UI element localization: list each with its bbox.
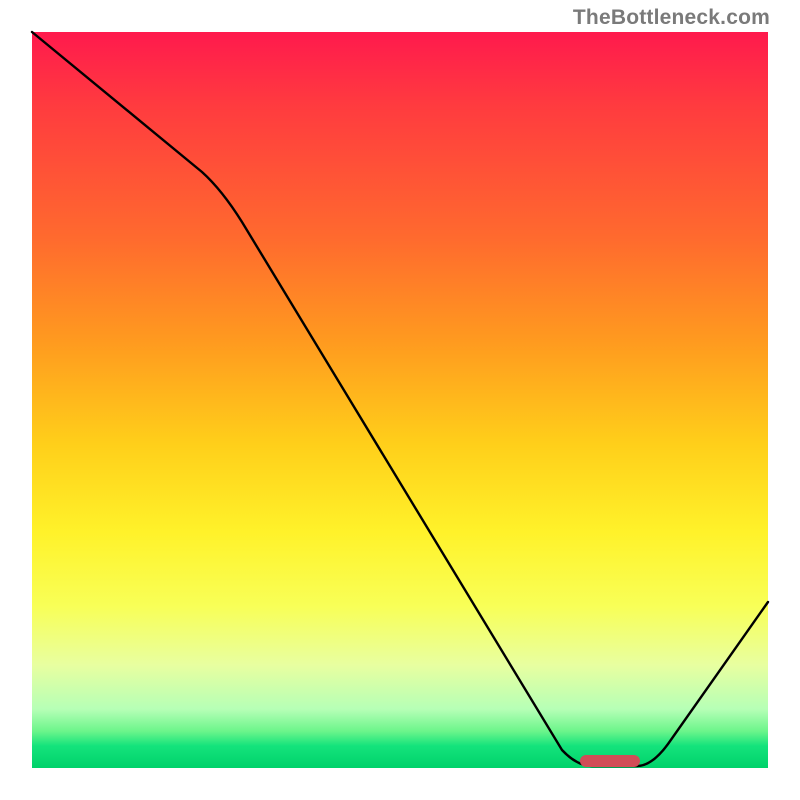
watermark-text: TheBottleneck.com: [573, 6, 770, 30]
curve-path: [32, 32, 768, 766]
bottleneck-curve: [32, 32, 768, 768]
optimal-range-marker: [580, 755, 640, 767]
chart-canvas: TheBottleneck.com: [0, 0, 800, 800]
plot-area: [32, 32, 768, 768]
